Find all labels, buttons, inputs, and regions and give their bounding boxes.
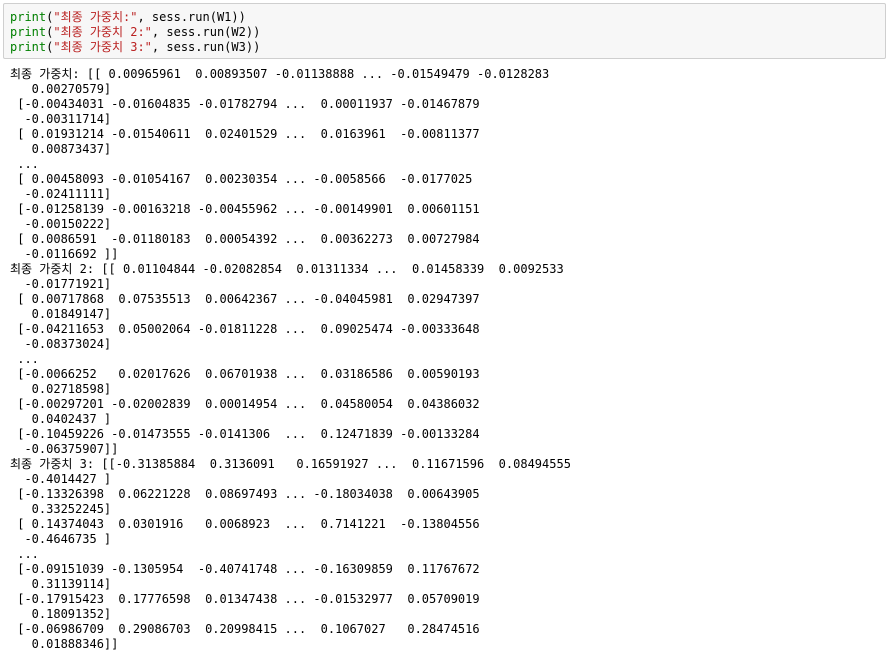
code-line-2: print("최종 가중치 2:", sess.run(W2)) [10, 25, 261, 39]
output-line: 0.02718598] [10, 382, 112, 396]
output-line: 최종 가중치 2: [[ 0.01104844 -0.02082854 0.01… [10, 262, 564, 276]
output-line: [ 0.00458093 -0.01054167 0.00230354 ... … [10, 172, 473, 186]
code-input-cell[interactable]: print("최종 가중치:", sess.run(W1)) print("최종… [3, 3, 886, 59]
output-line: 0.00270579] [10, 82, 112, 96]
output-line: [-0.09151039 -0.1305954 -0.40741748 ... … [10, 562, 480, 576]
string-literal: "최종 가중치 2:" [53, 25, 152, 39]
code-line-3: print("최종 가중치 3:", sess.run(W3)) [10, 40, 261, 54]
output-line: ... [10, 352, 39, 366]
output-line: [-0.10459226 -0.01473555 -0.0141306 ... … [10, 427, 480, 441]
print-keyword: print [10, 10, 47, 24]
output-line: 0.18091352] [10, 607, 112, 621]
output-line: 0.0402437 ] [10, 412, 112, 426]
output-line: -0.0116692 ]] [10, 247, 119, 261]
output-line: 최종 가중치: [[ 0.00965961 0.00893507 -0.0113… [10, 67, 550, 81]
output-line: -0.00150222] [10, 217, 112, 231]
output-line: 0.01888346]] [10, 637, 119, 651]
output-line: ... [10, 547, 39, 561]
code-args: , sess.run(W3) [151, 40, 254, 54]
output-line: [-0.13326398 0.06221228 0.08697493 ... -… [10, 487, 480, 501]
output-line: -0.08373024] [10, 337, 112, 351]
output-line: [-0.06986709 0.29086703 0.20998415 ... 0… [10, 622, 480, 636]
output-line: -0.00311714] [10, 112, 112, 126]
output-line: -0.02411111] [10, 187, 112, 201]
print-keyword: print [10, 25, 47, 39]
output-line: [-0.04211653 0.05002064 -0.01811228 ... … [10, 322, 480, 336]
output-line: -0.4646735 ] [10, 532, 112, 546]
output-line: [ 0.14374043 0.0301916 0.0068923 ... 0.7… [10, 517, 480, 531]
output-line: [-0.00434031 -0.01604835 -0.01782794 ...… [10, 97, 480, 111]
code-args: , sess.run(W2) [151, 25, 254, 39]
output-line: 최종 가중치 3: [[-0.31385884 0.3136091 0.1659… [10, 457, 571, 471]
code-args: , sess.run(W1) [137, 10, 239, 24]
output-line: 0.00873437] [10, 142, 112, 156]
string-literal: "최종 가중치:" [53, 10, 138, 24]
output-line: -0.4014427 ] [10, 472, 112, 486]
code-line-1: print("최종 가중치:", sess.run(W1)) [10, 10, 246, 24]
output-line: [-0.01258139 -0.00163218 -0.00455962 ...… [10, 202, 480, 216]
string-literal: "최종 가중치 3:" [53, 40, 152, 54]
output-line: -0.06375907]] [10, 442, 119, 456]
output-line: 0.33252245] [10, 502, 112, 516]
output-line: [ 0.01931214 -0.01540611 0.02401529 ... … [10, 127, 480, 141]
cell-output: 최종 가중치: [[ 0.00965961 0.00893507 -0.0113… [10, 67, 884, 652]
output-line: 0.01849147] [10, 307, 112, 321]
output-line: [-0.0066252 0.02017626 0.06701938 ... 0.… [10, 367, 480, 381]
output-line: [-0.00297201 -0.02002839 0.00014954 ... … [10, 397, 480, 411]
output-line: 0.31139114] [10, 577, 112, 591]
output-line: -0.01771921] [10, 277, 112, 291]
output-line: [ 0.00717868 0.07535513 0.00642367 ... -… [10, 292, 480, 306]
output-line: ... [10, 157, 39, 171]
output-line: [-0.17915423 0.17776598 0.01347438 ... -… [10, 592, 480, 606]
output-line: [ 0.0086591 -0.01180183 0.00054392 ... 0… [10, 232, 480, 246]
print-keyword: print [10, 40, 47, 54]
